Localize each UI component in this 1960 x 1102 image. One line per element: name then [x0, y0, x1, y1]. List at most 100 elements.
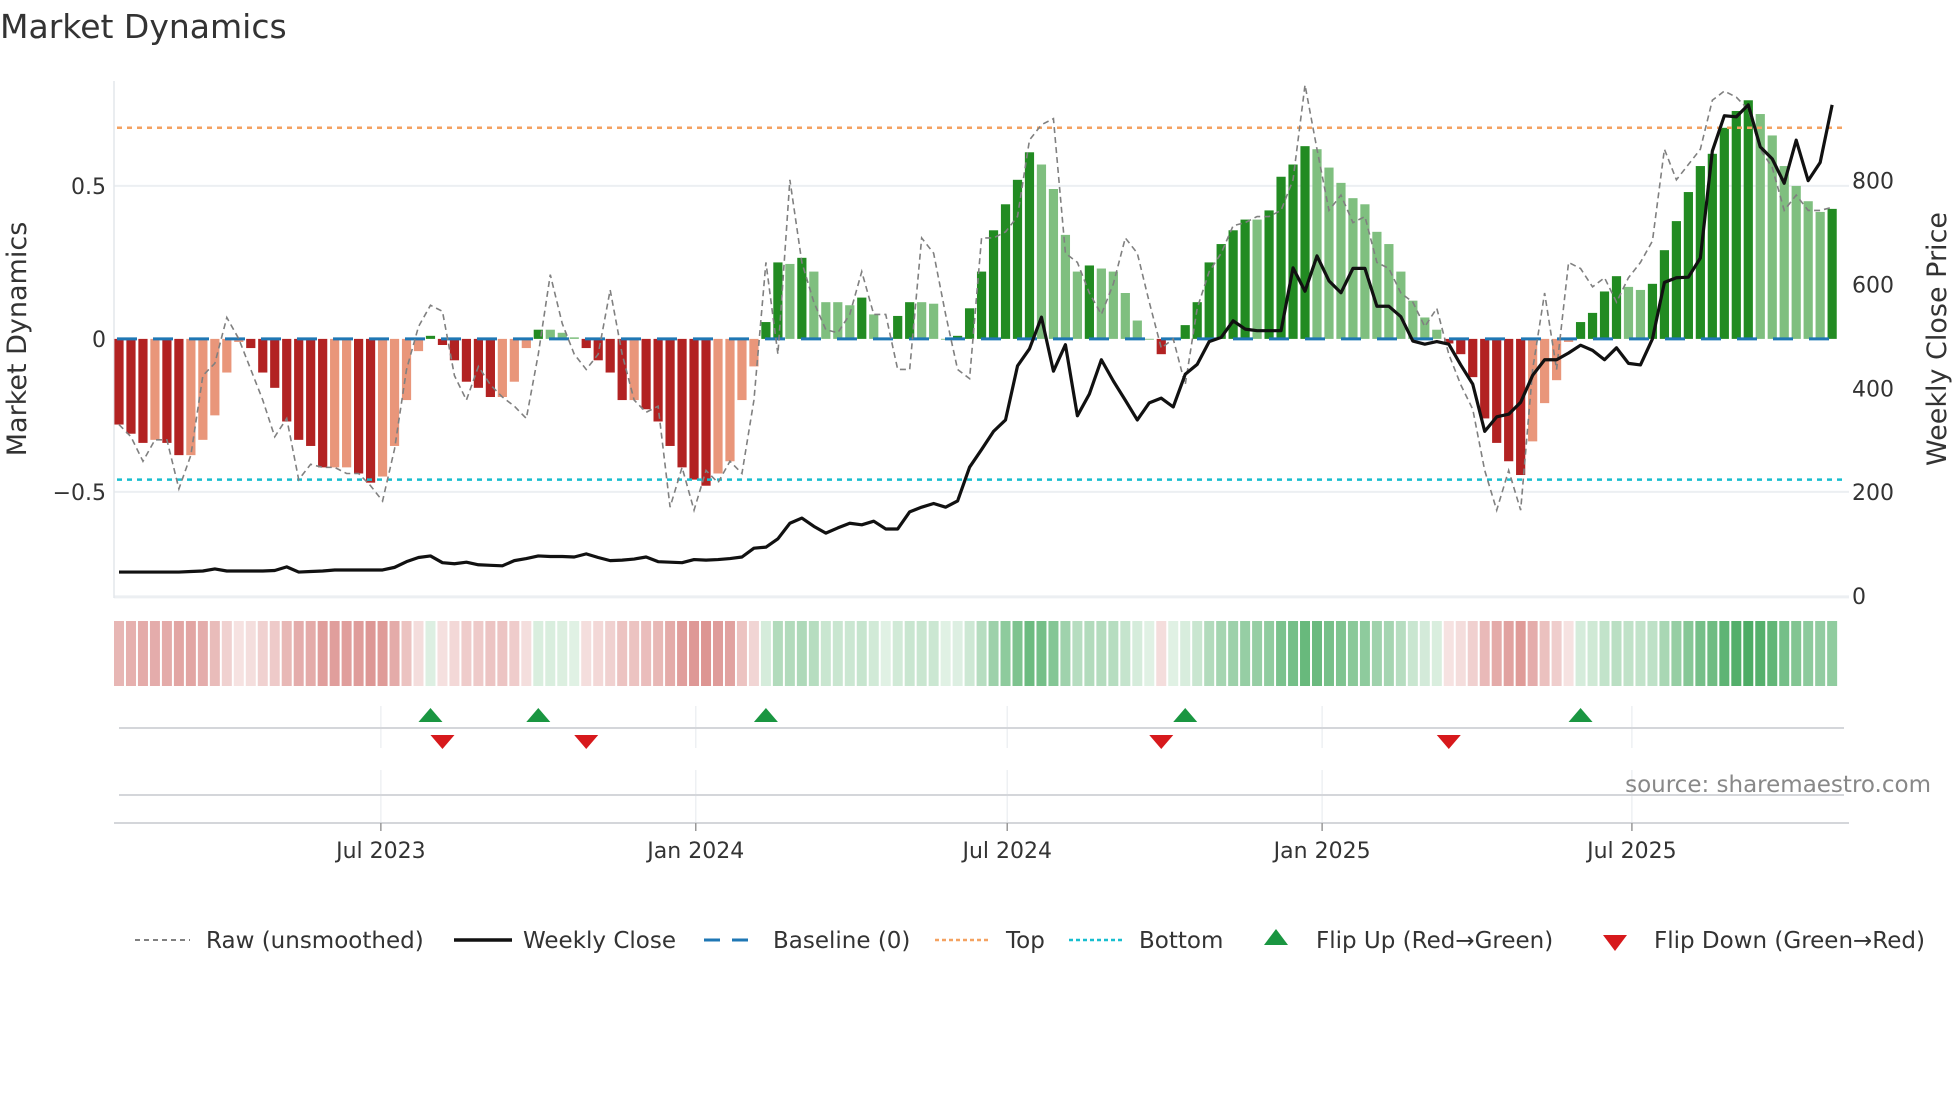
strip-cell — [593, 621, 604, 686]
strip-cell — [1431, 621, 1442, 686]
strip-cell — [892, 621, 903, 686]
momentum-bar — [138, 338, 148, 443]
strip-cell — [185, 621, 196, 686]
momentum-bar — [461, 338, 472, 382]
momentum-bar — [785, 263, 795, 339]
strip-cell — [617, 621, 628, 686]
x-tick-label: Jan 2025 — [1272, 839, 1371, 864]
momentum-bar — [1468, 338, 1478, 378]
series-lines — [118, 84, 1834, 574]
momentum-bar — [1731, 110, 1741, 339]
momentum-bar — [1587, 312, 1598, 339]
y-tick-label: 0 — [92, 328, 106, 353]
momentum-bar — [1252, 219, 1262, 339]
chart-title: Market Dynamics — [0, 7, 287, 46]
strip-cell — [1395, 621, 1406, 686]
strip-cell — [856, 621, 867, 686]
strip-cell — [125, 621, 136, 686]
momentum-bar — [330, 338, 340, 468]
strip-cell — [581, 621, 592, 686]
strip-cell — [1335, 621, 1346, 686]
y2-tick-label: 200 — [1852, 481, 1894, 506]
strip-cell — [1695, 621, 1706, 686]
strip-cell — [389, 621, 400, 686]
momentum-bar — [869, 314, 879, 339]
strip-cell — [509, 621, 520, 686]
strip-cell — [1803, 621, 1814, 686]
strip-cell — [377, 621, 388, 686]
legend-item-raw: Raw (unsmoothed) — [135, 928, 424, 954]
strip-cell — [916, 621, 927, 686]
legend-item-top: Top — [935, 928, 1045, 954]
momentum-bar — [1504, 338, 1514, 462]
momentum-bar — [258, 338, 268, 373]
strip-cell — [1683, 621, 1694, 686]
flip-down-marker — [1436, 735, 1461, 749]
strip-cell — [1323, 621, 1334, 686]
strip-cell — [1659, 621, 1670, 686]
momentum-bar — [1456, 338, 1466, 355]
momentum-bar — [1540, 338, 1550, 404]
momentum-bar — [294, 338, 304, 440]
momentum-bar — [665, 338, 675, 446]
strip-cell — [760, 621, 771, 686]
strip-cell — [1671, 621, 1682, 686]
x-tick-label: Jul 2023 — [334, 839, 426, 864]
momentum-bar — [1815, 211, 1825, 339]
momentum-bar — [1120, 293, 1130, 339]
strip-cell — [689, 621, 700, 686]
momentum-bar — [1396, 271, 1406, 339]
momentum-bar — [365, 338, 376, 483]
momentum-bar — [1084, 265, 1094, 339]
strip-cell — [1383, 621, 1394, 686]
strip-cell — [1204, 621, 1215, 686]
momentum-bar — [1180, 325, 1190, 339]
legend-label-top: Top — [1005, 928, 1045, 954]
strip-cell — [1132, 621, 1143, 686]
strip-cell — [701, 621, 712, 686]
strip-cell — [269, 621, 280, 686]
strip-cell — [1587, 621, 1598, 686]
momentum-bar — [1096, 268, 1106, 339]
strip-cell — [1168, 621, 1179, 686]
momentum-bar — [833, 302, 843, 339]
momentum-bar — [198, 338, 208, 440]
strip-cell — [1407, 621, 1418, 686]
flip-down-marker — [1149, 735, 1174, 749]
legend-label-flip-up: Flip Up (Red→Green) — [1316, 928, 1553, 954]
flip-down-icon — [1603, 935, 1627, 951]
momentum-bar — [1623, 286, 1634, 339]
strip-cell — [964, 621, 975, 686]
momentum-bar — [1384, 244, 1394, 339]
strip-cell — [1755, 621, 1766, 686]
strip-cell — [341, 621, 352, 686]
strip-cell — [1467, 621, 1478, 686]
momentum-bar — [162, 338, 172, 443]
momentum-bar — [1599, 291, 1610, 339]
momentum-bar — [1024, 152, 1035, 339]
strip-cell — [868, 621, 879, 686]
legend-item-baseline: Baseline (0) — [704, 928, 910, 954]
strip-cell — [1084, 621, 1095, 686]
y-tick-labels: −0.5 0 0.5 0 200 400 600 800 — [53, 170, 1894, 610]
momentum-bar — [306, 338, 316, 446]
momentum-bar — [1336, 182, 1346, 339]
momentum-bar — [1719, 127, 1729, 339]
strip-cell — [1623, 621, 1634, 686]
x-axis: Jul 2023 Jan 2024 Jul 2024 Jan 2025 Jul 2025 — [114, 822, 1849, 864]
strip-cell — [724, 621, 735, 686]
momentum-bar — [653, 338, 663, 422]
strip-cell — [832, 621, 843, 686]
strip-cell — [1264, 621, 1275, 686]
momentum-bar — [1779, 166, 1789, 339]
momentum-bar — [1132, 320, 1142, 339]
strip-cell — [808, 621, 819, 686]
y2-tick-label: 400 — [1852, 377, 1894, 402]
y2-tick-label: 0 — [1852, 585, 1866, 610]
strip-cell — [1455, 621, 1466, 686]
strip-cell — [1144, 621, 1155, 686]
momentum-bar — [605, 338, 615, 373]
momentum-bar — [845, 305, 855, 339]
strip-cell — [1827, 621, 1838, 686]
strip-cell — [641, 621, 652, 686]
